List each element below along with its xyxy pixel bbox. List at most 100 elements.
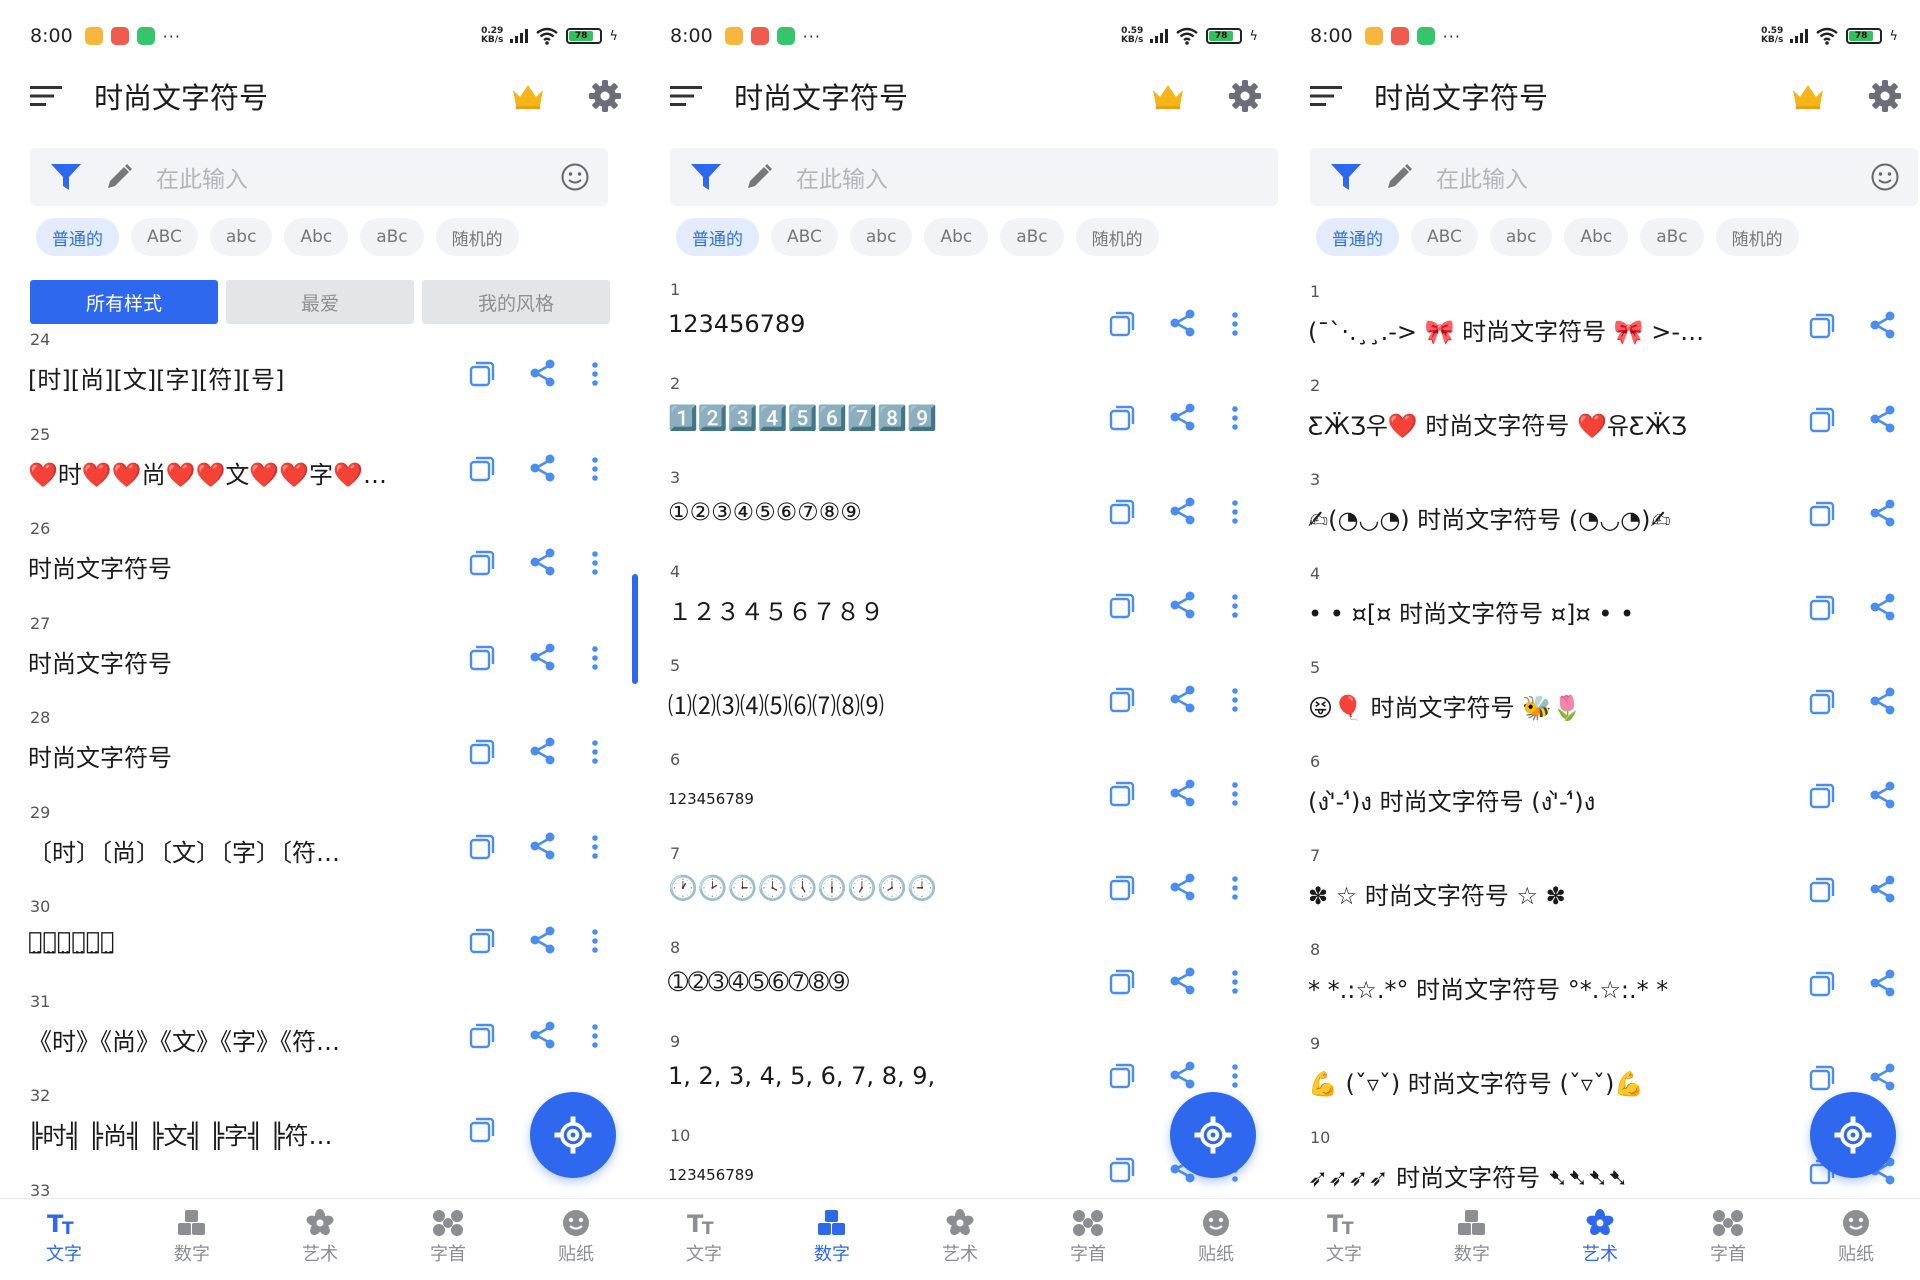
copy-icon[interactable] (1808, 970, 1836, 998)
copy-icon[interactable] (1108, 780, 1136, 808)
more-options-icon[interactable] (590, 360, 600, 388)
share-icon[interactable] (528, 736, 558, 766)
list-item[interactable]: 6 123456789 (640, 750, 1280, 844)
more-options-icon[interactable] (1230, 874, 1240, 902)
share-icon[interactable] (1168, 402, 1198, 432)
list-item[interactable]: 3 ①②③④⑤⑥⑦⑧⑨ (640, 468, 1280, 562)
list-item[interactable]: 6 (ง'̀-'́)ง 时尚文字符号 (ง'̀-'́)ง (1280, 752, 1920, 846)
share-icon[interactable] (528, 925, 558, 955)
more-options-icon[interactable] (1230, 780, 1240, 808)
nav-text[interactable]: TT 文字 (0, 1199, 128, 1280)
nav-numbers[interactable]: 数字 (768, 1199, 896, 1280)
copy-icon[interactable] (1808, 782, 1836, 810)
more-options-icon[interactable] (1230, 968, 1240, 996)
nav-stickers[interactable]: 贴纸 (1152, 1199, 1280, 1280)
copy-icon[interactable] (1108, 310, 1136, 338)
list-item[interactable]: 8 * *.:☆.*° 时尚文字符号 °*.☆:.* * (1280, 940, 1920, 1034)
share-icon[interactable] (1168, 308, 1198, 338)
copy-icon[interactable] (468, 738, 496, 766)
copy-icon[interactable] (1108, 968, 1136, 996)
share-icon[interactable] (1168, 1060, 1198, 1090)
copy-icon[interactable] (1108, 874, 1136, 902)
more-options-icon[interactable] (1230, 310, 1240, 338)
nav-text[interactable]: TT 文字 (1280, 1199, 1408, 1280)
share-icon[interactable] (528, 453, 558, 483)
share-icon[interactable] (528, 1020, 558, 1050)
list-item[interactable]: 3 ✍(◔◡◔) 时尚文字符号 (◔◡◔)✍ (1280, 470, 1920, 564)
more-options-icon[interactable] (590, 833, 600, 861)
list-item[interactable]: 4 • • ¤[¤ 时尚文字符号 ¤]¤ • • (1280, 564, 1920, 658)
copy-icon[interactable] (1108, 1062, 1136, 1090)
share-icon[interactable] (1868, 310, 1898, 340)
share-icon[interactable] (1868, 498, 1898, 528)
copy-icon[interactable] (468, 549, 496, 577)
list-item[interactable]: 8 ➀➁➂➃➄➅➆➇➈ (640, 938, 1280, 1032)
copy-icon[interactable] (1808, 688, 1836, 716)
copy-icon[interactable] (1808, 876, 1836, 904)
more-options-icon[interactable] (590, 1022, 600, 1050)
nav-stickers[interactable]: 贴纸 (512, 1199, 640, 1280)
share-icon[interactable] (1168, 966, 1198, 996)
nav-initials[interactable]: 字首 (1024, 1199, 1152, 1280)
list-item[interactable]: 26 时尚文字符号 (0, 519, 640, 613)
settings-fab[interactable] (1170, 1092, 1256, 1178)
scrollbar-thumb[interactable] (632, 574, 638, 684)
share-icon[interactable] (528, 642, 558, 672)
share-icon[interactable] (1168, 872, 1198, 902)
copy-icon[interactable] (1108, 404, 1136, 432)
share-icon[interactable] (1168, 496, 1198, 526)
copy-icon[interactable] (1808, 500, 1836, 528)
nav-art[interactable]: 艺术 (256, 1199, 384, 1280)
list-item[interactable]: 29 〔时〕〔尚〕〔文〕〔字〕〔符… (0, 803, 640, 897)
nav-initials[interactable]: 字首 (1664, 1199, 1792, 1280)
nav-art[interactable]: 艺术 (1536, 1199, 1664, 1280)
copy-icon[interactable] (1108, 1156, 1136, 1184)
share-icon[interactable] (1168, 778, 1198, 808)
list-item[interactable]: 31 《时》《尚》《文》《字》《符… (0, 992, 640, 1086)
list-item[interactable]: 2 1️⃣2️⃣3️⃣4️⃣5️⃣6️⃣7️⃣8️⃣9️⃣ (640, 374, 1280, 468)
nav-text[interactable]: TT 文字 (640, 1199, 768, 1280)
more-options-icon[interactable] (1230, 592, 1240, 620)
share-icon[interactable] (1868, 404, 1898, 434)
settings-fab[interactable] (1810, 1092, 1896, 1178)
copy-icon[interactable] (1808, 312, 1836, 340)
list-item[interactable]: 5 😝🎈 时尚文字符号 🐝🌷 (1280, 658, 1920, 752)
share-icon[interactable] (1868, 686, 1898, 716)
list-item[interactable]: 2 ƸӜƷ우❤️ 时尚文字符号 ❤️유ƸӜƷ (1280, 376, 1920, 470)
copy-icon[interactable] (468, 644, 496, 672)
copy-icon[interactable] (1808, 594, 1836, 622)
share-icon[interactable] (1868, 1062, 1898, 1092)
share-icon[interactable] (1868, 780, 1898, 810)
share-icon[interactable] (528, 831, 558, 861)
list-item[interactable]: 1 (¯`·.¸¸.-> 🎀 时尚文字符号 🎀 >-… (1280, 282, 1920, 376)
more-options-icon[interactable] (590, 644, 600, 672)
nav-stickers[interactable]: 贴纸 (1792, 1199, 1920, 1280)
share-icon[interactable] (1168, 684, 1198, 714)
more-options-icon[interactable] (1230, 1062, 1240, 1090)
share-icon[interactable] (1868, 592, 1898, 622)
share-icon[interactable] (1168, 590, 1198, 620)
share-icon[interactable] (528, 358, 558, 388)
copy-icon[interactable] (1108, 592, 1136, 620)
more-options-icon[interactable] (1230, 686, 1240, 714)
copy-icon[interactable] (468, 1116, 496, 1144)
more-options-icon[interactable] (590, 455, 600, 483)
copy-icon[interactable] (1808, 1064, 1836, 1092)
list-item[interactable]: 27 时尚文字符号 (0, 614, 640, 708)
list-item[interactable]: 25 ❤️时❤️❤️尚❤️❤️文❤️❤️字❤️… (0, 425, 640, 519)
nav-numbers[interactable]: 数字 (1408, 1199, 1536, 1280)
nav-numbers[interactable]: 数字 (128, 1199, 256, 1280)
list-item[interactable]: 28 时尚文字符号 (0, 708, 640, 802)
nav-art[interactable]: 艺术 (896, 1199, 1024, 1280)
copy-icon[interactable] (468, 927, 496, 955)
more-options-icon[interactable] (590, 549, 600, 577)
list-item[interactable]: 7 ✽ ☆ 时尚文字符号 ☆ ✽ (1280, 846, 1920, 940)
copy-icon[interactable] (1808, 406, 1836, 434)
copy-icon[interactable] (468, 455, 496, 483)
settings-fab[interactable] (530, 1092, 616, 1178)
list-item[interactable]: 24 [时][尚][文][字][符][号] (0, 330, 640, 424)
copy-icon[interactable] (468, 1022, 496, 1050)
copy-icon[interactable] (1108, 498, 1136, 526)
copy-icon[interactable] (1108, 686, 1136, 714)
list-item[interactable]: 7 🕐🕑🕒🕓🕔🕕🕖🕗🕘 (640, 844, 1280, 938)
